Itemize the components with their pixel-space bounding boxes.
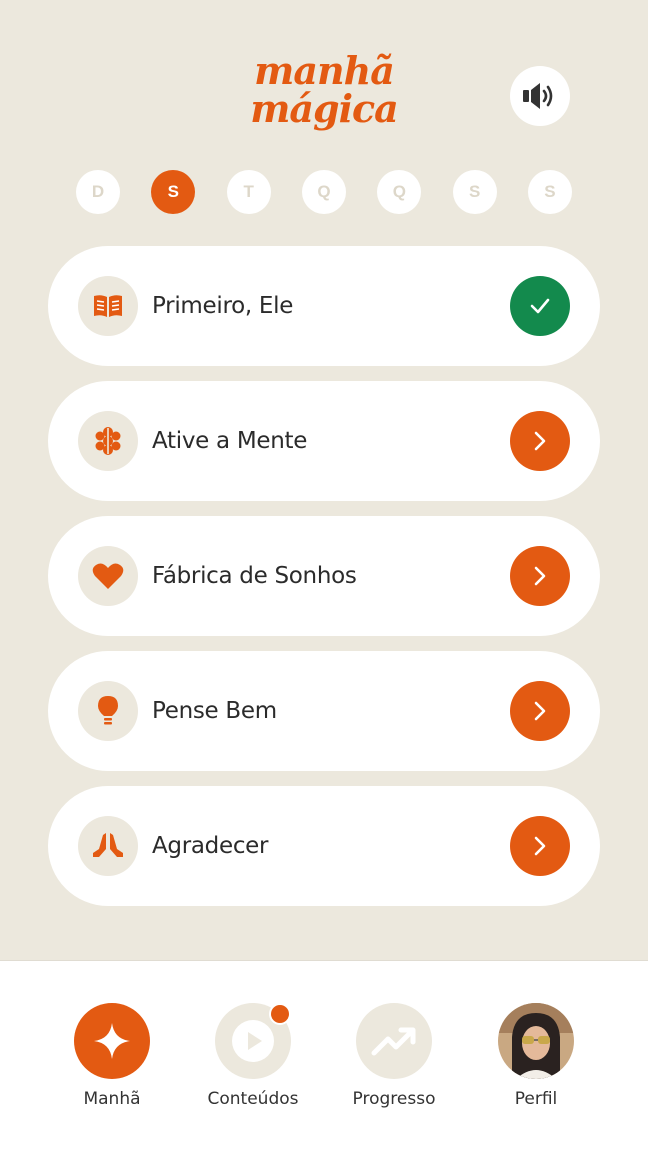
task-open-button[interactable] [510,681,570,741]
avatar [498,1003,574,1079]
sparkle-icon [94,1023,130,1059]
task-icon-container [78,276,138,336]
sound-button[interactable] [510,66,570,126]
speaker-volume-icon [523,83,553,109]
task-card-pense-bem[interactable]: Pense Bem [48,651,600,771]
trending-up-icon [371,1027,416,1056]
task-label: Ative a Mente [152,428,308,454]
task-open-button[interactable] [510,546,570,606]
nav-item-progresso[interactable]: Progresso [324,1003,464,1109]
task-open-button[interactable] [510,816,570,876]
nav-item-perfil[interactable]: Perfil [466,1003,606,1109]
weekday-selector: D S T Q Q S S [76,170,572,214]
day-monday[interactable]: S [151,170,196,214]
task-card-primeiro-ele[interactable]: Primeiro, Ele [48,246,600,366]
day-sunday[interactable]: D [76,170,120,214]
day-tuesday[interactable]: T [226,170,271,214]
chevron-right-icon [534,701,546,721]
nav-icon-circle [215,1003,291,1079]
open-book-icon [94,295,122,317]
nav-icon-circle [74,1003,150,1079]
task-label: Agradecer [152,833,269,859]
task-label: Fábrica de Sonhos [152,563,357,589]
checkmark-icon [530,298,550,314]
heart-icon [92,563,124,589]
chevron-right-icon [534,836,546,856]
nav-item-manha[interactable]: Manhã [42,1003,182,1109]
day-friday[interactable]: S [452,170,497,214]
praying-hands-icon [93,833,123,857]
nav-icon-circle [356,1003,432,1079]
task-label: Primeiro, Ele [152,293,294,319]
task-card-ative-a-mente[interactable]: Ative a Mente [48,381,600,501]
day-wednesday[interactable]: Q [301,170,346,214]
task-label: Pense Bem [152,698,277,724]
task-card-fabrica-de-sonhos[interactable]: Fábrica de Sonhos [48,516,600,636]
task-icon-container [78,681,138,741]
task-icon-container [78,411,138,471]
task-card-agradecer[interactable]: Agradecer [48,786,600,906]
nav-item-conteudos[interactable]: Conteúdos [183,1003,323,1109]
notification-dot [269,1003,291,1025]
nav-label: Manhã [83,1089,141,1109]
chevron-right-icon [534,431,546,451]
task-done-button[interactable] [510,276,570,336]
nav-label: Progresso [352,1089,436,1109]
play-icon [232,1020,274,1062]
day-saturday[interactable]: S [527,170,572,214]
task-open-button[interactable] [510,411,570,471]
bottom-navigation: Manhã Conteúdos Progresso Perfil [0,960,648,1152]
task-icon-container [78,546,138,606]
nav-label: Perfil [514,1089,558,1109]
nav-label: Conteúdos [207,1089,299,1109]
brain-icon [95,427,121,455]
lightbulb-icon [98,696,118,725]
main-screen: manhã mágica D S T Q Q S S Primeiro, Ele [0,0,648,960]
day-thursday[interactable]: Q [377,170,422,214]
task-icon-container [78,816,138,876]
chevron-right-icon [534,566,546,586]
